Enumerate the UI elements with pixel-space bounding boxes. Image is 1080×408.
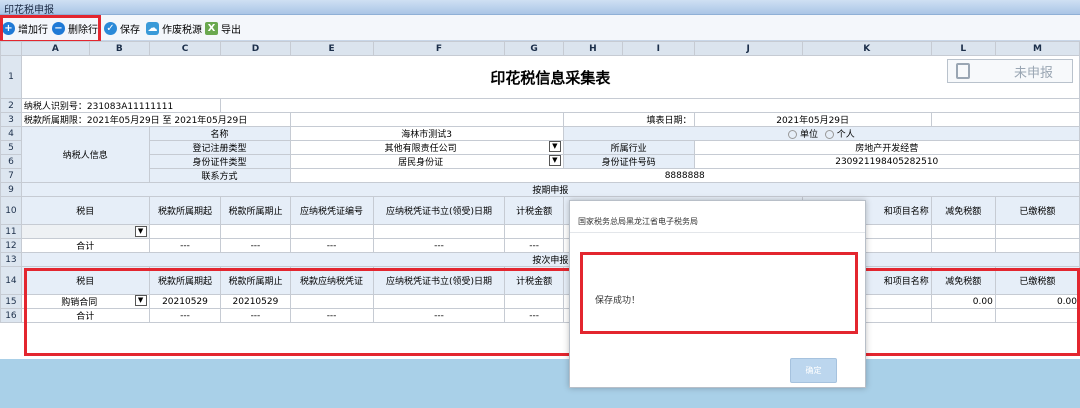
hdr-exempt: 减免税额	[930, 196, 996, 225]
col-header-c: C	[148, 41, 222, 56]
contact-label: 联系方式	[148, 168, 291, 183]
save-success-dialog: 国家税务总局黑龙江省电子税务局 保存成功！ 确定	[569, 200, 866, 388]
total-label: 合计	[20, 238, 150, 253]
cloud-icon: ☁	[146, 21, 159, 35]
dialog-message: 保存成功！	[595, 296, 641, 306]
void-source-button[interactable]: ☁ 作废税源	[146, 20, 202, 36]
hdr-tax-item: 税目	[20, 196, 150, 225]
col-header-l: L	[930, 41, 996, 56]
dialog-title: 国家税务总局黑龙江省电子税务局	[570, 201, 865, 233]
row-header-9: 9	[0, 182, 22, 197]
window-titlebar: 印花税申报	[0, 0, 1080, 16]
section-times-highlight	[24, 268, 1080, 356]
row-header-2: 2	[0, 98, 22, 113]
col-header-g: G	[504, 41, 564, 56]
dialog-ok-button[interactable]: 确定	[790, 358, 837, 383]
row-header-10: 10	[0, 196, 22, 225]
id-type-label: 身份证件类型	[148, 154, 291, 169]
toolbar-highlight	[0, 15, 101, 43]
check-icon: ✓	[104, 21, 117, 35]
hdr-period-end: 税款所属期止	[220, 196, 291, 225]
industry-value: 房地产开发经营	[693, 140, 1080, 155]
row-header-7: 7	[0, 168, 22, 183]
col-header-f: F	[372, 41, 506, 56]
chevron-down-icon[interactable]: ▼	[134, 226, 147, 237]
name-label: 名称	[148, 126, 291, 141]
row-header-6: 6	[0, 154, 22, 169]
hdr-paid: 已缴税额	[994, 196, 1080, 225]
taxpayer-id-cell: 纳税人识别号：231083A11111111	[20, 98, 222, 113]
dialog-message-highlight: 保存成功！	[580, 252, 858, 334]
row-header-14: 14	[0, 266, 22, 295]
id-type-select[interactable]: 居民身份证 ▼	[289, 154, 564, 169]
reg-type-label: 登记注册类型	[148, 140, 291, 155]
row-header-16: 16	[0, 308, 22, 323]
reg-type-select[interactable]: 其他有限责任公司 ▼	[289, 140, 564, 155]
export-button[interactable]: X 导出	[205, 20, 241, 36]
document-icon	[956, 63, 970, 79]
id-no-value: 230921198405282510	[693, 154, 1080, 169]
col-header-k: K	[801, 41, 932, 56]
row-header-15: 15	[0, 294, 22, 309]
row-header-5: 5	[0, 140, 22, 155]
status-text: 未申报	[1014, 65, 1054, 81]
row-header-1: 1	[0, 55, 22, 99]
status-badge: 未申报	[947, 59, 1073, 83]
period-cell: 税款所属期限：2021年05月29日 至 2021年05月29日	[20, 112, 291, 127]
chevron-down-icon[interactable]: ▼	[548, 155, 561, 166]
col-header-e: E	[289, 41, 374, 56]
row-header-13: 13	[0, 252, 22, 267]
industry-label: 所属行业	[562, 140, 695, 155]
row-header-4: 4	[0, 126, 22, 141]
hdr-tax-amount: 计税金额	[504, 196, 564, 225]
form-title: 印花税信息采集表	[490, 68, 611, 87]
empty-area	[0, 359, 1080, 408]
corner-cell	[0, 41, 22, 56]
excel-icon: X	[205, 21, 218, 35]
fill-date-value: 2021年05月29日	[693, 112, 932, 127]
hdr-voucher-no: 应纳税凭证编号	[289, 196, 374, 225]
col-header-m: M	[994, 41, 1080, 56]
chevron-down-icon[interactable]: ▼	[548, 141, 561, 152]
col-header-a: A	[20, 41, 90, 56]
window-title: 印花税申报	[4, 5, 54, 16]
tax-item-select[interactable]: ▼	[20, 224, 150, 239]
name-value: 海林市测试3	[289, 126, 564, 141]
col-header-i: I	[622, 41, 695, 56]
col-header-h: H	[562, 41, 624, 56]
row-header-3: 3	[0, 112, 22, 127]
taxpayer-info-label: 纳税人信息	[20, 126, 150, 183]
person-radio[interactable]	[824, 130, 834, 139]
fill-date-label: 填表日期：	[562, 112, 695, 127]
toolbar: + 增加行 − 删除行 ✓ 保存 ☁ 作废税源 X 导出	[0, 15, 1080, 41]
row-header-11: 11	[0, 224, 22, 239]
id-no-label: 身份证件号码	[562, 154, 695, 169]
col-header-b: B	[88, 41, 150, 56]
row-header-12: 12	[0, 238, 22, 253]
save-button[interactable]: ✓ 保存	[104, 20, 140, 36]
hdr-period-start: 税款所属期起	[148, 196, 222, 225]
hdr-voucher-date: 应纳税凭证书立(领受)日期	[372, 196, 506, 225]
col-header-d: D	[220, 41, 291, 56]
title-cell: 印花税信息采集表 未申报	[20, 55, 1080, 99]
unit-radio[interactable]	[788, 130, 798, 139]
contact-value: 8888888	[289, 168, 1080, 183]
section-times: 按次申报	[20, 252, 1080, 267]
section-period: 按期申报	[20, 182, 1080, 197]
col-header-j: J	[693, 41, 803, 56]
unit-type-radio-group: 单位 个人	[562, 126, 1080, 141]
